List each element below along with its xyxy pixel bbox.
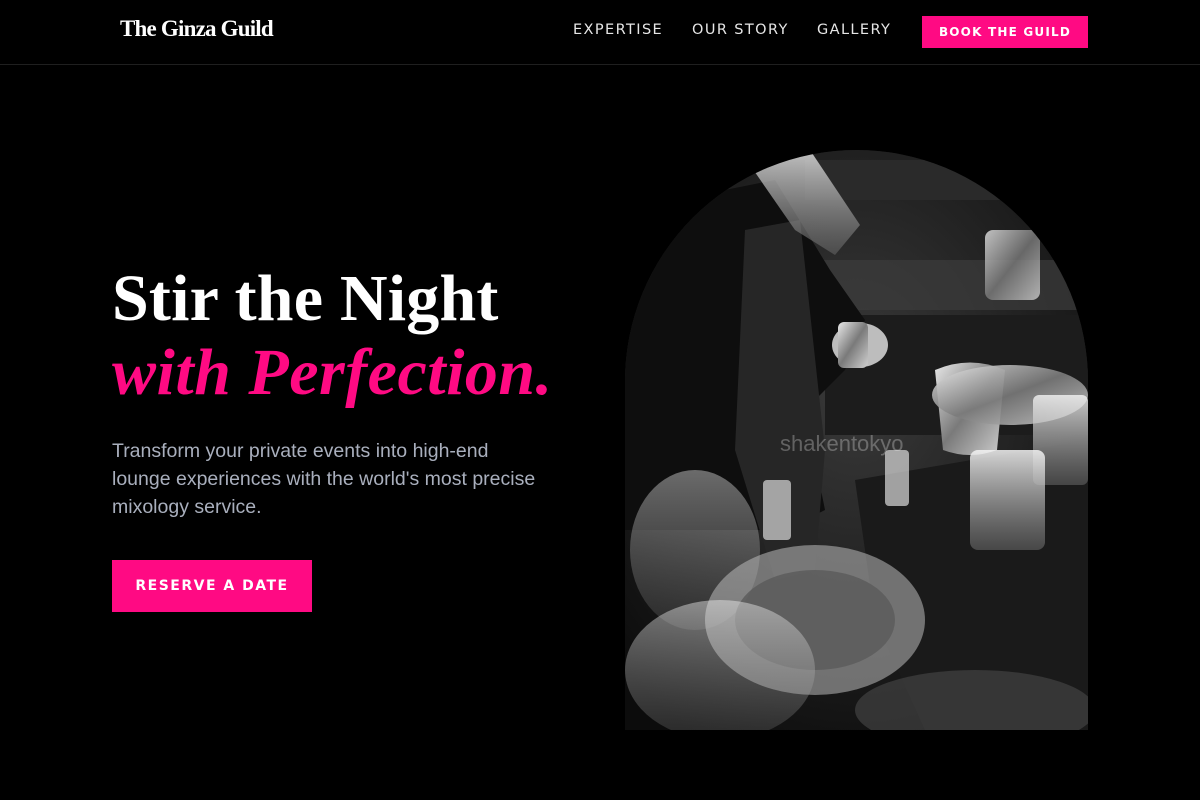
reserve-a-date-button[interactable]: RESERVE A DATE [112, 560, 312, 612]
hero-subtext: Transform your private events into high-… [112, 440, 536, 518]
site-logo[interactable]: The Ginza Guild [120, 16, 274, 42]
bartender-photo: shakentokyo [625, 150, 1088, 730]
nav-link-gallery[interactable]: GALLERY [817, 22, 891, 42]
hero-headline-line1: Stir the Night [112, 262, 499, 335]
nav-link-expertise[interactable]: EXPERTISE [573, 22, 663, 42]
nav-link-our-story[interactable]: OUR STORY [692, 22, 789, 42]
photo-watermark: shakentokyo [780, 431, 904, 456]
hero-headline-line2: with Perfection. [112, 336, 553, 409]
book-the-guild-button[interactable]: BOOK THE GUILD [922, 16, 1088, 48]
site-header: The Ginza Guild EXPERTISE OUR STORY GALL… [0, 0, 1200, 65]
